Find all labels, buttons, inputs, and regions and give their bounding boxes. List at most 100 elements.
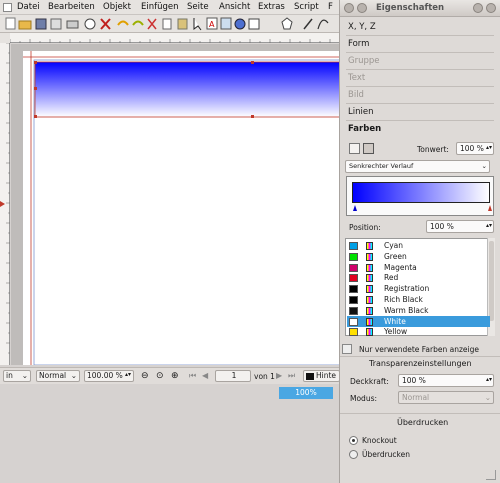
zoom-input[interactable]: 100.00 % ▴▾ (84, 370, 134, 382)
zoom-in-icon[interactable]: ⊕ (171, 371, 179, 381)
gradient-stop-end[interactable] (488, 205, 492, 211)
color-list-item[interactable]: White (347, 315, 490, 327)
gradient-stop-start[interactable] (353, 205, 357, 211)
bezier-icon[interactable] (317, 19, 329, 30)
overprint-label: Überdrucken (362, 450, 410, 459)
panel-titlebar: Eigenschaften (340, 0, 500, 17)
pdf-icon[interactable] (100, 18, 111, 30)
panel-shade-button[interactable] (473, 3, 483, 13)
tonwert-input[interactable]: 100 % ▴▾ (456, 142, 494, 155)
modus-select: Normal ⌄ (398, 391, 494, 404)
menu-more[interactable]: F (328, 2, 333, 12)
menu-ansicht[interactable]: Ansicht (219, 2, 250, 12)
color-name: Green (384, 251, 407, 261)
color-swatch (349, 285, 358, 294)
menu-datei[interactable]: Datei (17, 2, 40, 12)
horizontal-ruler[interactable] (10, 33, 340, 43)
color-list-item[interactable]: Red (347, 272, 490, 283)
tonwert-value: 100 % (460, 144, 484, 153)
mode-select[interactable]: Normal ⌄ (36, 370, 80, 382)
last-page-icon[interactable]: ⏭ (288, 371, 295, 381)
menu-script[interactable]: Script (294, 2, 319, 12)
color-list-item[interactable]: Rich Black (347, 294, 490, 305)
textframe-icon[interactable]: A (206, 17, 218, 30)
desktop-area (0, 400, 340, 483)
zoom-out-icon[interactable]: ⊖ (141, 371, 149, 381)
open-icon[interactable] (18, 20, 32, 30)
first-page-icon[interactable]: ⏮ (189, 371, 196, 381)
print-icon[interactable] (66, 20, 79, 29)
layer-select[interactable]: Hinte (303, 370, 340, 382)
document-page[interactable] (23, 51, 343, 365)
menu-bearbeiten[interactable]: Bearbeiten (48, 2, 95, 12)
panel-menu-button[interactable] (344, 3, 354, 13)
knockout-radio[interactable] (349, 436, 358, 445)
color-list-item[interactable]: Green (347, 251, 490, 262)
section-farben[interactable]: Farben (348, 124, 381, 134)
menu-einfuegen[interactable]: Einfügen (141, 2, 179, 12)
close-doc-icon[interactable] (50, 18, 62, 30)
transparency-title: Transparenzeinstellungen (369, 359, 472, 368)
unused-colors-checkbox[interactable] (342, 344, 352, 354)
shape-icon[interactable] (248, 18, 260, 30)
color-name: Cyan (384, 241, 404, 250)
copy-icon[interactable] (162, 18, 172, 30)
save-icon[interactable] (35, 18, 47, 30)
color-name: Rich Black (384, 295, 423, 304)
fill-color-icon[interactable] (363, 143, 374, 154)
panel-close-button[interactable] (486, 3, 496, 13)
prev-page-icon[interactable]: ◀ (202, 371, 208, 380)
render-icon[interactable] (234, 18, 246, 30)
polygon-icon[interactable] (281, 17, 293, 30)
preflight-icon[interactable] (84, 18, 96, 30)
color-list-item[interactable]: Yellow (347, 326, 490, 337)
gradient-frame[interactable] (35, 62, 340, 117)
color-name: Red (384, 273, 399, 283)
menu-objekt[interactable]: Objekt (103, 2, 131, 12)
cmyk-icon (366, 317, 373, 326)
section-xyz[interactable]: X, Y, Z (348, 22, 376, 32)
layer-color-swatch (306, 372, 314, 380)
undo-icon[interactable] (117, 20, 129, 26)
overprint-radio[interactable] (349, 450, 358, 459)
color-list-item[interactable]: Cyan (347, 240, 490, 251)
menu-extras[interactable]: Extras (258, 2, 285, 12)
color-swatch (349, 252, 358, 261)
ruler-corner (0, 33, 10, 43)
paste-icon[interactable] (177, 18, 188, 30)
resize-grip[interactable] (486, 470, 496, 480)
zoom-100-icon[interactable]: ⊙ (156, 371, 164, 381)
color-list-item[interactable]: Registration (347, 283, 490, 294)
panel-pin-button[interactable] (357, 3, 367, 13)
select-icon[interactable] (193, 18, 202, 31)
statusbar: in ⌄ Normal ⌄ 100.00 % ▴▾ ⊖ ⊙ ⊕ ⏮ ◀ 1 von 1… (0, 367, 340, 384)
page-input[interactable]: 1 (215, 370, 251, 382)
color-list-item[interactable]: Magenta (347, 262, 490, 273)
vertical-ruler[interactable] (0, 43, 10, 365)
section-linien[interactable]: Linien (348, 107, 373, 117)
menu-seite[interactable]: Seite (187, 2, 209, 12)
imageframe-icon[interactable] (220, 17, 232, 30)
deckkraft-label: Deckkraft: (350, 377, 389, 386)
cut-icon[interactable] (147, 18, 157, 30)
redo-icon[interactable] (132, 20, 144, 26)
overprint-title: Überdrucken (397, 418, 449, 427)
gradient-editor[interactable] (346, 176, 494, 216)
cmyk-icon (366, 252, 373, 261)
color-name: Yellow (384, 327, 408, 337)
line-icon[interactable] (303, 18, 313, 30)
color-swatch (349, 274, 358, 283)
cmyk-icon (366, 328, 373, 337)
cmyk-icon (366, 274, 373, 283)
unit-select[interactable]: in ⌄ (3, 370, 31, 382)
next-page-icon[interactable]: ▶ (276, 371, 282, 380)
page-value: 1 (231, 371, 237, 380)
new-icon[interactable] (5, 17, 16, 30)
gradient-type-select[interactable]: Senkrechter Verlauf ⌄ (345, 160, 490, 173)
color-name: Magenta (384, 262, 417, 272)
color-list-item[interactable]: Warm Black (347, 305, 490, 316)
stroke-color-icon[interactable] (349, 143, 360, 154)
section-form[interactable]: Form (348, 39, 369, 49)
position-input[interactable]: 100 % ▴▾ (426, 220, 494, 233)
deckkraft-input[interactable]: 100 % ▴▾ (398, 374, 494, 387)
